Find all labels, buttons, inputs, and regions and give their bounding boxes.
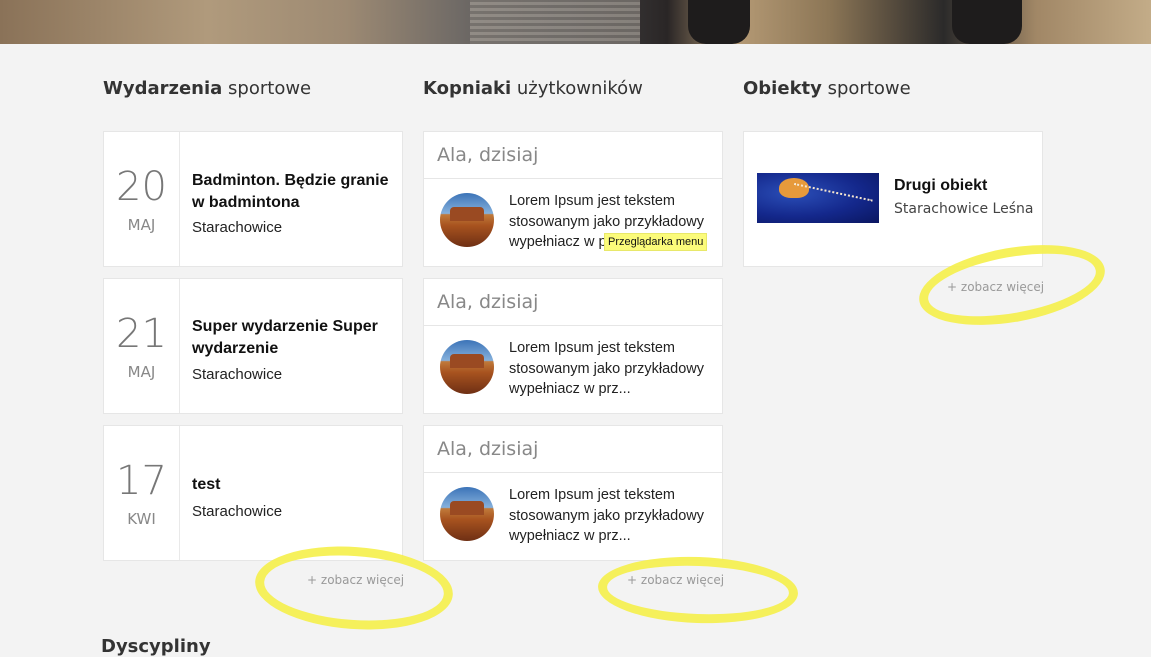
event-date: 20 MAJ	[104, 132, 180, 266]
hero-banner-image	[0, 0, 1151, 44]
kopniak-text: Lorem Ipsum jest tekstem stosowanym jako…	[509, 487, 705, 544]
event-month: MAJ	[127, 363, 156, 381]
event-day: 21	[116, 311, 167, 357]
event-date: 21 MAJ	[104, 279, 180, 413]
event-month: MAJ	[127, 216, 156, 234]
event-card[interactable]: 17 KWI test Starachowice	[103, 425, 403, 561]
users-title-bold: Kopniaki	[423, 78, 512, 99]
kopniak-header: Ala, dzisiaj	[424, 426, 722, 473]
event-card[interactable]: 20 MAJ Badminton. Będzie granie w badmin…	[103, 131, 403, 267]
disciplines-section-title: Dyscypliny	[101, 636, 211, 657]
avatar	[440, 487, 494, 541]
avatar	[440, 340, 494, 394]
object-place: Starachowice Leśna	[894, 201, 1034, 217]
kopniak-header: Ala, dzisiaj	[424, 132, 722, 179]
event-day: 20	[116, 164, 167, 210]
highlight-ellipse	[596, 553, 800, 627]
event-title[interactable]: Badminton. Będzie granie w badmintona	[192, 170, 397, 214]
event-date: 17 KWI	[104, 426, 180, 560]
avatar	[440, 193, 494, 247]
event-month: KWI	[127, 510, 156, 528]
objects-title-bold: Obiekty	[743, 78, 822, 99]
kopniak-card[interactable]: Ala, dzisiaj Lorem Ipsum jest tekstem st…	[423, 425, 723, 561]
runner-leg-graphic	[688, 0, 750, 44]
event-place: Starachowice	[192, 366, 283, 383]
object-thumbnail	[757, 173, 879, 223]
runner-leg-graphic	[952, 0, 1022, 44]
objects-title-rest: sportowe	[827, 78, 911, 99]
kopniak-text: Lorem Ipsum jest tekstem stosowanym jako…	[509, 340, 705, 397]
event-title[interactable]: test	[192, 474, 397, 496]
kopniak-card[interactable]: Ala, dzisiaj Lorem Ipsum jest tekstem st…	[423, 278, 723, 414]
event-place: Starachowice	[192, 503, 283, 520]
boardwalk-graphic	[470, 0, 640, 44]
object-title[interactable]: Drugi obiekt	[894, 177, 987, 195]
event-day: 17	[116, 458, 167, 504]
kopniak-header: Ala, dzisiaj	[424, 279, 722, 326]
event-title[interactable]: Super wydarzenie Super wydarzenie	[192, 316, 397, 360]
events-title-rest: sportowe	[228, 78, 312, 99]
events-column-title: Wydarzenia sportowe	[103, 78, 311, 99]
object-card[interactable]: Drugi obiekt Starachowice Leśna	[743, 131, 1043, 267]
tooltip: Przeglądarka menu	[604, 233, 708, 251]
event-place: Starachowice	[192, 219, 283, 236]
event-card[interactable]: 21 MAJ Super wydarzenie Super wydarzenie…	[103, 278, 403, 414]
users-title-rest: użytkowników	[516, 78, 643, 99]
objects-column-title: Obiekty sportowe	[743, 78, 911, 99]
events-title-bold: Wydarzenia	[103, 78, 223, 99]
users-column-title: Kopniaki użytkowników	[423, 78, 643, 99]
